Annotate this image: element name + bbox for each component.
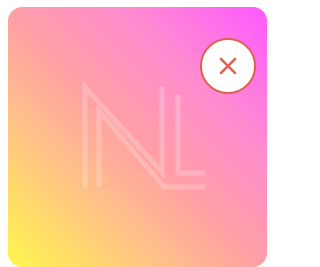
image-card[interactable] [8, 7, 267, 267]
close-button[interactable] [200, 38, 256, 94]
close-icon [219, 57, 237, 75]
